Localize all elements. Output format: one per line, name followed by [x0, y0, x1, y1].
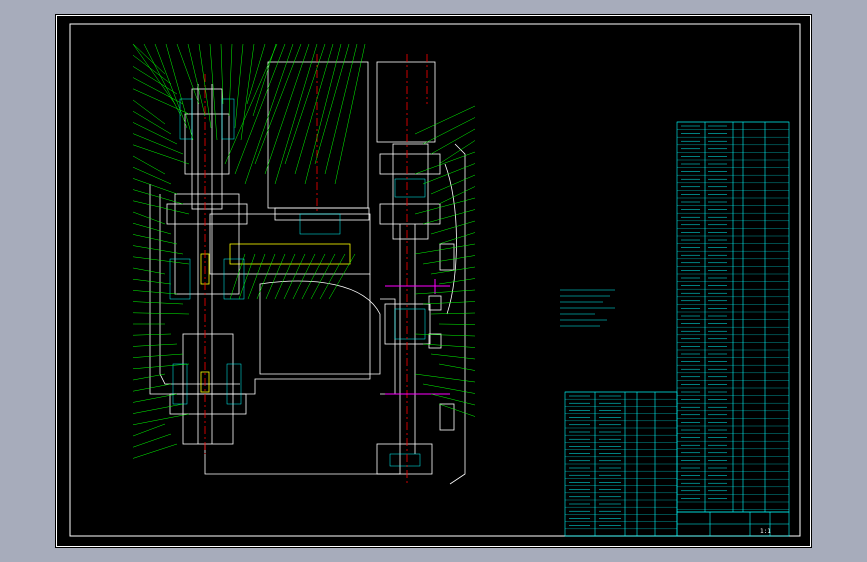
cad-viewport[interactable]: 1:1 [55, 14, 812, 548]
parts-list-table [564, 121, 790, 537]
part-leader-lines [132, 43, 476, 459]
title-block-scale: 1:1 [760, 528, 771, 535]
centerlines [204, 54, 428, 484]
assembly-drawing: 1:1 [56, 15, 811, 547]
sheet-frame [56, 15, 811, 547]
technical-notes-block [560, 289, 615, 327]
assembly-geometry [149, 61, 466, 485]
